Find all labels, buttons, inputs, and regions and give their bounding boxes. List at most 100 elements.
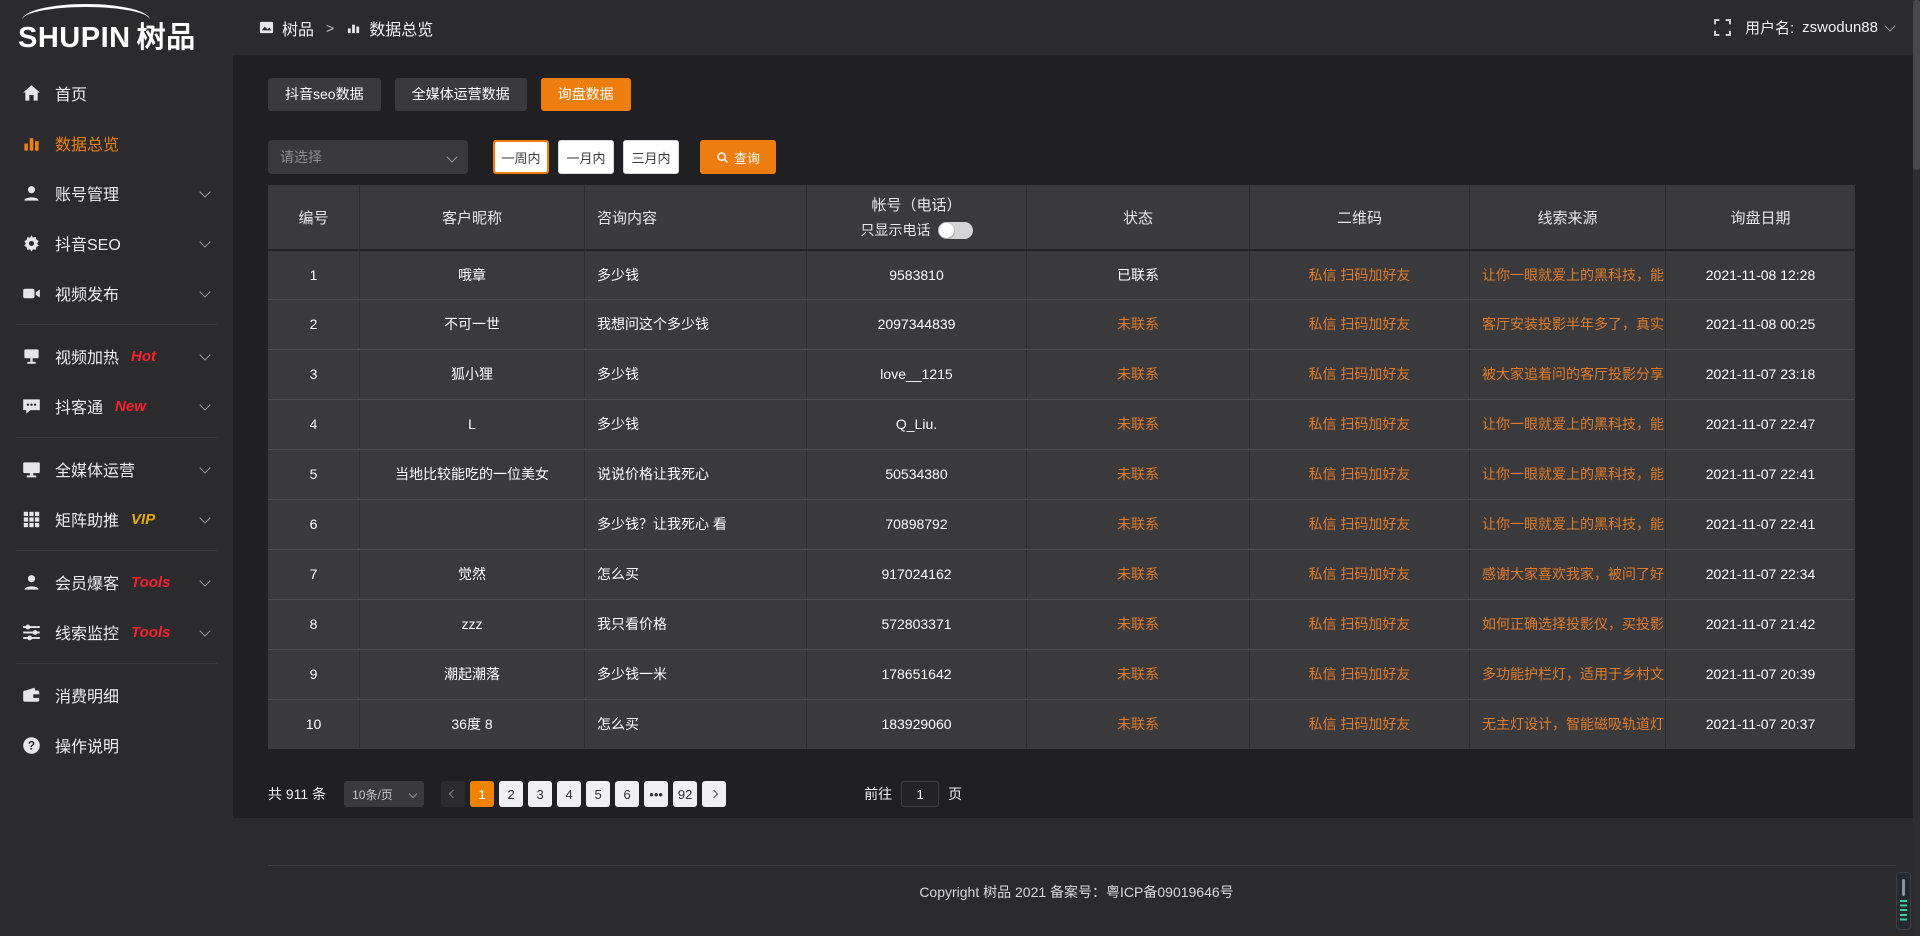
time-button-一月内[interactable]: 一月内 [558, 140, 614, 174]
sidebar-item-视频加热[interactable]: 视频加热 Hot [0, 331, 233, 381]
cell-no: 9 [268, 650, 360, 698]
phone-only-toggle[interactable] [938, 222, 973, 239]
cell-qrcode[interactable]: 私信 扫码加好友 [1250, 500, 1470, 548]
cell-content: 多少钱 [585, 350, 807, 398]
sidebar-item-抖音SEO[interactable]: 抖音SEO [0, 218, 233, 268]
breadcrumb-root[interactable]: 树品 [282, 16, 314, 40]
sidebar-item-消费明细[interactable]: 消费明细 [0, 670, 233, 720]
page-scrollbar[interactable] [1913, 0, 1920, 936]
cell-no: 10 [268, 700, 360, 748]
phone-toggle-label: 只显示电话 [861, 220, 931, 240]
chevron-down-icon [199, 286, 210, 297]
sidebar-menu: 首页 数据总览 账号管理 抖音SEO 视频发布 视频加热 Hot 抖客通 New… [0, 58, 233, 770]
tab-抖音seo数据[interactable]: 抖音seo数据 [268, 78, 381, 111]
page-button-•••[interactable]: ••• [644, 781, 668, 807]
filter-select[interactable]: 请选择 [268, 140, 468, 174]
cell-source[interactable]: 让你一眼就爱上的黑科技，能... [1470, 400, 1666, 448]
table-body: 1哦章多少钱9583810已联系私信 扫码加好友让你一眼就爱上的黑科技，能...… [268, 249, 1855, 749]
cell-qrcode[interactable]: 私信 扫码加好友 [1250, 450, 1470, 498]
cell-qrcode[interactable]: 私信 扫码加好友 [1250, 300, 1470, 348]
tab-全媒体运营数据[interactable]: 全媒体运营数据 [395, 78, 527, 111]
sidebar-item-首页[interactable]: 首页 [0, 68, 233, 118]
pagination: 共 911 条 10条/页 123456•••92 前往 页 [268, 780, 962, 808]
cell-qrcode[interactable]: 私信 扫码加好友 [1250, 550, 1470, 598]
sidebar-item-账号管理[interactable]: 账号管理 [0, 168, 233, 218]
cell-no: 3 [268, 350, 360, 398]
sidebar-item-label: 数据总览 [55, 131, 119, 155]
tab-询盘数据[interactable]: 询盘数据 [541, 78, 631, 111]
sidebar-item-数据总览[interactable]: 数据总览 [0, 118, 233, 168]
page-button-3[interactable]: 3 [528, 781, 552, 807]
fullscreen-icon[interactable] [1714, 19, 1731, 36]
sidebar-item-视频发布[interactable]: 视频发布 [0, 268, 233, 318]
cell-source[interactable]: 让你一眼就爱上的黑科技，能... [1470, 500, 1666, 548]
sliders-icon [22, 623, 41, 642]
time-button-一周内[interactable]: 一周内 [493, 140, 549, 174]
page-buttons: 123456•••92 [470, 781, 702, 807]
wallet-icon [22, 686, 41, 705]
page-button-6[interactable]: 6 [615, 781, 639, 807]
member-icon [22, 573, 41, 592]
cell-qrcode[interactable]: 私信 扫码加好友 [1250, 650, 1470, 698]
table-row: 7觉然怎么买917024162未联系私信 扫码加好友感谢大家喜欢我家，被问了好.… [268, 549, 1855, 599]
cell-no: 6 [268, 500, 360, 548]
prev-page-button[interactable] [441, 781, 465, 807]
query-button[interactable]: 查询 [700, 140, 776, 174]
time-button-三月内[interactable]: 三月内 [623, 140, 679, 174]
breadcrumb-current: 数据总览 [369, 16, 433, 40]
cell-status: 未联系 [1027, 400, 1250, 448]
cell-source[interactable]: 客厅安装投影半年多了，真实... [1470, 300, 1666, 348]
page-button-2[interactable]: 2 [499, 781, 523, 807]
user-menu[interactable]: 用户名: zswodun88 [1745, 17, 1894, 38]
cell-nickname: 36度 8 [360, 700, 585, 748]
cell-source[interactable]: 被大家追着问的客厅投影分享... [1470, 350, 1666, 398]
next-page-button[interactable] [702, 781, 726, 807]
sidebar-item-会员爆客[interactable]: 会员爆客 Tools [0, 557, 233, 607]
cell-source[interactable]: 感谢大家喜欢我家，被问了好... [1470, 550, 1666, 598]
widget-stripes-icon [1900, 900, 1907, 923]
cell-account: 50534380 [807, 450, 1027, 498]
cell-source[interactable]: 如何正确选择投影仪，买投影... [1470, 600, 1666, 648]
cell-content: 多少钱一米 [585, 650, 807, 698]
page-button-5[interactable]: 5 [586, 781, 610, 807]
cell-no: 8 [268, 600, 360, 648]
breadcrumb: 树品 > 数据总览 [259, 16, 433, 40]
table-row: 8zzz我只看价格572803371未联系私信 扫码加好友如何正确选择投影仪，买… [268, 599, 1855, 649]
video-icon [22, 284, 41, 303]
filter-bar: 请选择 一周内一月内三月内 查询 [268, 140, 776, 174]
page-button-4[interactable]: 4 [557, 781, 581, 807]
cell-source[interactable]: 多功能护栏灯，适用于乡村文... [1470, 650, 1666, 698]
page-button-1[interactable]: 1 [470, 781, 494, 807]
table-row: 1036度 8怎么买183929060未联系私信 扫码加好友无主灯设计，智能磁吸… [268, 699, 1855, 749]
column-header-帐号（电话）: 帐号（电话） 只显示电话 [807, 185, 1027, 249]
sidebar-item-线索监控[interactable]: 线索监控 Tools [0, 607, 233, 657]
cell-qrcode[interactable]: 私信 扫码加好友 [1250, 350, 1470, 398]
cell-source[interactable]: 无主灯设计，智能磁吸轨道灯... [1470, 700, 1666, 748]
chevron-down-icon [199, 462, 210, 473]
sidebar-item-操作说明[interactable]: ? 操作说明 [0, 720, 233, 770]
sidebar-item-全媒体运营[interactable]: 全媒体运营 [0, 444, 233, 494]
chevron-left-icon [449, 790, 457, 798]
cell-qrcode[interactable]: 私信 扫码加好友 [1250, 400, 1470, 448]
cell-qrcode[interactable]: 私信 扫码加好友 [1250, 251, 1470, 299]
menu-divider [16, 550, 217, 551]
cell-account: Q_Liu. [807, 400, 1027, 448]
sidebar-item-label: 首页 [55, 81, 87, 105]
chevron-down-icon [1884, 20, 1895, 31]
sidebar-item-抖客通[interactable]: 抖客通 New [0, 381, 233, 431]
scrollbar-thumb[interactable] [1913, 0, 1920, 170]
page-unit-label: 页 [948, 784, 962, 804]
cell-source[interactable]: 让你一眼就爱上的黑科技，能... [1470, 450, 1666, 498]
sidebar-item-矩阵助推[interactable]: 矩阵助推 VIP [0, 494, 233, 544]
goto-page-input[interactable] [901, 781, 939, 807]
cell-qrcode[interactable]: 私信 扫码加好友 [1250, 600, 1470, 648]
cell-status: 未联系 [1027, 350, 1250, 398]
cell-qrcode[interactable]: 私信 扫码加好友 [1250, 700, 1470, 748]
browser-extension-widget[interactable] [1896, 872, 1911, 930]
page-button-92[interactable]: 92 [673, 781, 697, 807]
cell-no: 7 [268, 550, 360, 598]
page-size-select[interactable]: 10条/页 [344, 781, 424, 807]
cell-nickname: 当地比较能吃的一位美女 [360, 450, 585, 498]
cell-source[interactable]: 让你一眼就爱上的黑科技，能... [1470, 251, 1666, 299]
cell-account: 70898792 [807, 500, 1027, 548]
